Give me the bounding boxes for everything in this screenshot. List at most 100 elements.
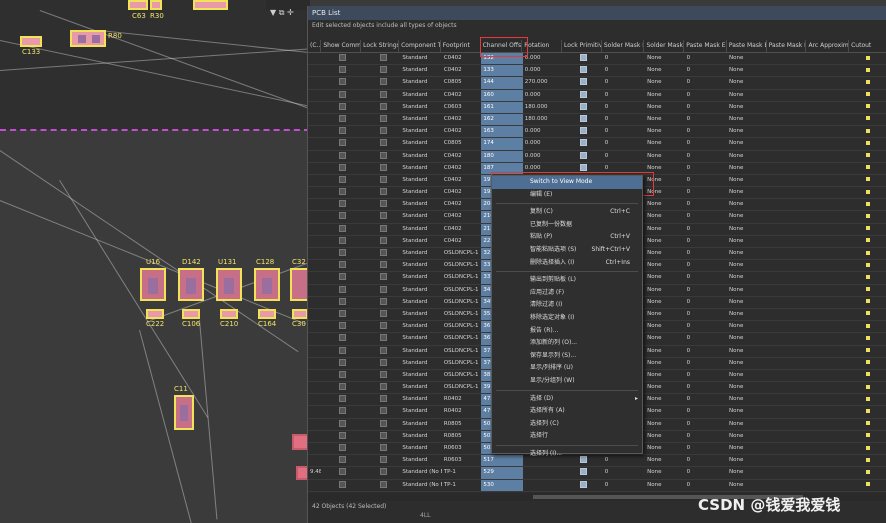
- solder-mask-cell[interactable]: None: [645, 236, 685, 247]
- paste-mask-cell[interactable]: 0: [685, 187, 727, 198]
- paste-mask-cell[interactable]: [767, 394, 807, 405]
- column-header[interactable]: (C...: [308, 40, 322, 52]
- paste-mask-cell[interactable]: None: [727, 248, 767, 259]
- arc-approx-cell[interactable]: [806, 260, 848, 271]
- show-comment-checkbox[interactable]: [321, 211, 362, 222]
- arc-approx-cell[interactable]: [806, 297, 848, 308]
- show-comment-checkbox[interactable]: [321, 53, 362, 64]
- paste-mask-cell[interactable]: None: [727, 65, 767, 76]
- checkbox[interactable]: [379, 54, 387, 61]
- checkbox[interactable]: [379, 383, 387, 391]
- cutout-cell[interactable]: [848, 370, 886, 381]
- lock-strings-checkbox[interactable]: [362, 455, 401, 466]
- arc-approx-cell[interactable]: [806, 480, 848, 491]
- lock-strings-checkbox[interactable]: [362, 297, 401, 308]
- checkbox[interactable]: [379, 163, 387, 171]
- cutout-cell[interactable]: [848, 297, 886, 308]
- paste-mask-cell[interactable]: 0: [685, 321, 727, 332]
- column-header[interactable]: Cutout: [849, 40, 886, 52]
- context-menu-item[interactable]: 选择行: [492, 430, 642, 443]
- footprint-cell[interactable]: R0402: [442, 406, 482, 417]
- checkbox[interactable]: [379, 322, 387, 330]
- lock-strings-checkbox[interactable]: [362, 126, 401, 137]
- footprint-cell[interactable]: OSLONCPL-1: [442, 248, 482, 259]
- paste-mask-cell[interactable]: None: [727, 211, 767, 222]
- paste-mask-cell[interactable]: 0: [685, 370, 727, 381]
- column-header[interactable]: Solder Mask E...: [602, 40, 645, 52]
- component-type-cell[interactable]: Standard: [400, 102, 441, 113]
- checkbox[interactable]: [339, 456, 347, 464]
- solder-mask-cell[interactable]: None: [645, 114, 685, 125]
- checkbox[interactable]: [339, 175, 347, 183]
- paste-mask-cell[interactable]: None: [727, 260, 767, 271]
- arc-approx-cell[interactable]: [806, 370, 848, 381]
- component-footprint[interactable]: [128, 0, 148, 10]
- component-type-cell[interactable]: Standard: [400, 260, 441, 271]
- lock-strings-checkbox[interactable]: [362, 138, 401, 149]
- checkbox[interactable]: [339, 285, 347, 293]
- component-footprint[interactable]: [193, 0, 228, 10]
- checkbox[interactable]: [580, 54, 588, 61]
- cutout-cell[interactable]: [848, 260, 886, 271]
- solder-mask-cell[interactable]: None: [645, 467, 685, 478]
- lock-strings-checkbox[interactable]: [362, 480, 401, 491]
- arc-approx-cell[interactable]: [806, 382, 848, 393]
- component-type-cell[interactable]: Standard: [400, 333, 441, 344]
- checkbox[interactable]: [379, 224, 387, 232]
- checkbox[interactable]: [580, 78, 588, 86]
- paste-mask-cell[interactable]: 0: [685, 419, 727, 430]
- paste-mask-cell[interactable]: None: [727, 419, 767, 430]
- column-header[interactable]: Paste Mask E...: [684, 40, 727, 52]
- column-header[interactable]: Component T...: [399, 40, 441, 52]
- component-type-cell[interactable]: Standard: [400, 272, 441, 283]
- column-header[interactable]: Show Comment: [321, 40, 362, 52]
- checkbox[interactable]: [379, 480, 387, 488]
- show-comment-checkbox[interactable]: [321, 419, 362, 430]
- checkbox[interactable]: [339, 395, 347, 403]
- table-row[interactable]: Standard C0402 133 0.000 0 None 0 None: [308, 65, 886, 78]
- context-menu-item[interactable]: 保存显示列 (S)...: [492, 350, 642, 363]
- checkbox[interactable]: [339, 407, 347, 415]
- checkbox[interactable]: [379, 309, 387, 317]
- channel-offset-cell[interactable]: 530: [481, 479, 523, 491]
- footprint-cell[interactable]: OSLONCPL-1: [442, 346, 482, 357]
- paste-mask-cell[interactable]: None: [727, 53, 767, 64]
- checkbox[interactable]: [339, 273, 347, 281]
- solder-mask-cell[interactable]: None: [645, 65, 685, 76]
- lock-strings-checkbox[interactable]: [362, 187, 401, 198]
- checkbox[interactable]: [339, 249, 347, 256]
- checkbox[interactable]: [379, 261, 387, 269]
- paste-mask-cell[interactable]: 0: [685, 77, 727, 88]
- solder-mask-cell[interactable]: 0: [603, 126, 645, 137]
- table-row[interactable]: Standard C0402 163 0.000 0 None 0 None: [308, 126, 886, 139]
- context-menu-item[interactable]: 已复制一份数据: [492, 219, 642, 232]
- footprint-cell[interactable]: R0805: [442, 419, 482, 430]
- solder-mask-cell[interactable]: 0: [603, 480, 645, 491]
- table-row[interactable]: Standard C0805 174 0.000 0 None 0 None: [308, 138, 886, 151]
- cutout-cell[interactable]: [848, 187, 886, 198]
- table-row[interactable]: Standard C0603 161 180.000 0 None 0 None: [308, 101, 886, 114]
- lock-strings-checkbox[interactable]: [362, 370, 401, 381]
- paste-mask-cell[interactable]: [767, 199, 807, 210]
- checkbox[interactable]: [379, 249, 387, 256]
- column-header[interactable]: Arc Approximat...: [806, 40, 850, 52]
- context-menu-item[interactable]: Switch to View Mode: [492, 176, 642, 189]
- paste-mask-cell[interactable]: None: [727, 285, 767, 296]
- checkbox[interactable]: [339, 358, 347, 366]
- context-menu-item[interactable]: 选择列 (I)...: [492, 448, 642, 461]
- paste-mask-cell[interactable]: None: [727, 199, 767, 210]
- checkbox[interactable]: [339, 468, 347, 476]
- lock-strings-checkbox[interactable]: [362, 211, 401, 222]
- checkbox[interactable]: [580, 90, 588, 98]
- solder-mask-cell[interactable]: 0: [603, 53, 645, 64]
- footprint-cell[interactable]: C0402: [442, 151, 482, 162]
- paste-mask-cell[interactable]: [767, 175, 807, 186]
- pcb-canvas[interactable]: C63 R30 C133 R80 U16 C222 D142 C106 U131…: [0, 0, 310, 523]
- checkbox[interactable]: [339, 127, 347, 135]
- component-type-cell[interactable]: Standard: [400, 455, 441, 466]
- paste-mask-cell[interactable]: None: [727, 297, 767, 308]
- lock-strings-checkbox[interactable]: [362, 406, 401, 417]
- context-menu-item[interactable]: 报告 (R)...: [492, 325, 642, 338]
- context-menu-item[interactable]: 智能粘贴选项 (S) Shift+Ctrl+V: [492, 244, 642, 257]
- paste-mask-cell[interactable]: 0: [685, 467, 727, 478]
